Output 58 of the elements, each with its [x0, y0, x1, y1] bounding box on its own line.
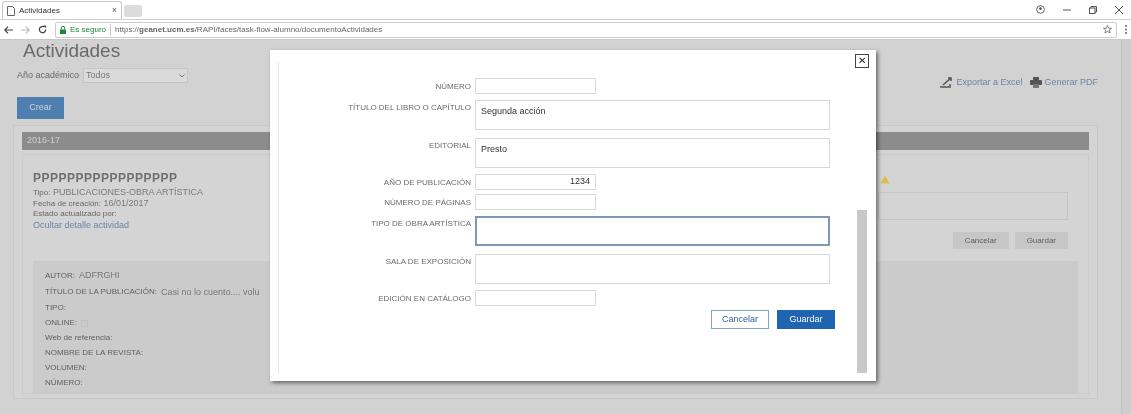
text-area[interactable]: Segunda acción — [475, 100, 830, 130]
activity-meta: Fecha de creación: 16/01/2017 — [33, 198, 150, 209]
filter-label: Año académico — [17, 68, 80, 82]
year-select[interactable]: Todos — [83, 68, 189, 83]
security-label: Es seguro — [70, 23, 112, 36]
forward-icon[interactable] — [21, 25, 30, 34]
detail-label: AUTOR: — [45, 269, 76, 282]
detail-label: TÍTULO DE LA PUBLICACIÓN: — [45, 286, 158, 299]
address-field[interactable]: Es seguro https://geanet.ucm.es/RAPI/faces/task-flow-alumno/documentoActividades — [55, 21, 1117, 38]
detail-label: VOLUMEN: — [45, 362, 87, 374]
field-label: TIPO DE OBRA ARTÍSTICA — [370, 218, 471, 230]
page-icon — [7, 5, 15, 16]
lock-icon — [60, 25, 66, 34]
profile-icon[interactable] — [1036, 5, 1045, 14]
comment-field[interactable] — [878, 192, 1068, 220]
detail-label: TIPO: — [45, 302, 66, 314]
detail-value: Casi no lo cuento.... volu — [161, 285, 260, 299]
chevron-down-icon — [179, 73, 186, 78]
minimize-icon[interactable] — [1063, 8, 1071, 11]
star-icon[interactable] — [1103, 25, 1112, 34]
detail-label: Web de referencia: — [45, 332, 113, 344]
save-button[interactable]: Guardar — [777, 310, 835, 329]
scrollbar-thumb[interactable] — [857, 210, 867, 373]
cancel-button[interactable]: Cancelar — [711, 310, 769, 329]
detail-label: NOMBRE DE LA REVISTA: — [45, 347, 144, 359]
detail-label: ONLINE: — [45, 317, 77, 329]
url-text: https://geanet.ucm.es/RAPI/faces/task-flow-alumno/documentoActividades — [115, 23, 384, 36]
field-label: AÑO DE PUBLICACIÓN — [382, 177, 471, 189]
field-label: EDICIÓN EN CATÁLOGO — [377, 293, 471, 305]
text-area[interactable]: Presto — [475, 138, 830, 168]
tab-close-button[interactable]: × — [111, 3, 117, 18]
reload-icon[interactable] — [38, 25, 47, 34]
detail-value: ADFRGHI — [79, 269, 120, 282]
back-icon[interactable] — [4, 25, 13, 34]
warning-icon — [880, 175, 890, 184]
activity-meta: Tipo: PUBLICACIONES-OBRA ARTÍSTICA — [33, 187, 204, 198]
restore-icon[interactable] — [1089, 5, 1097, 14]
tab-title: Actividades — [19, 4, 61, 17]
field-label: TÍTULO DEL LIBRO O CAPÍTULO — [347, 102, 471, 114]
input-field[interactable]: 1234 — [475, 174, 596, 190]
export-icon — [940, 77, 955, 89]
detail-label: NÚMERO: — [45, 377, 83, 389]
field-label: NÚMERO DE PÁGINAS — [383, 197, 471, 209]
close-icon[interactable] — [1115, 5, 1123, 14]
field-label: EDITORIAL — [427, 140, 471, 152]
printer-icon — [1030, 77, 1043, 89]
activity-title: PPPPPPPPPPPPPPPPP — [33, 170, 179, 187]
page-title: Actividades — [23, 40, 122, 62]
input-field[interactable] — [475, 194, 596, 210]
close-button[interactable]: ✕ — [855, 54, 869, 68]
section-title: 2016-17 — [27, 134, 61, 148]
text-area[interactable] — [475, 216, 830, 246]
input-field[interactable] — [475, 290, 596, 306]
field-label: NÚMERO — [434, 81, 471, 93]
activity-meta: Estado actualizado por: — [33, 209, 118, 219]
browser-tab[interactable]: Actividades × — [2, 1, 122, 19]
field-label: SALA DE EXPOSICIÓN — [384, 256, 471, 268]
input-field[interactable] — [475, 78, 596, 94]
